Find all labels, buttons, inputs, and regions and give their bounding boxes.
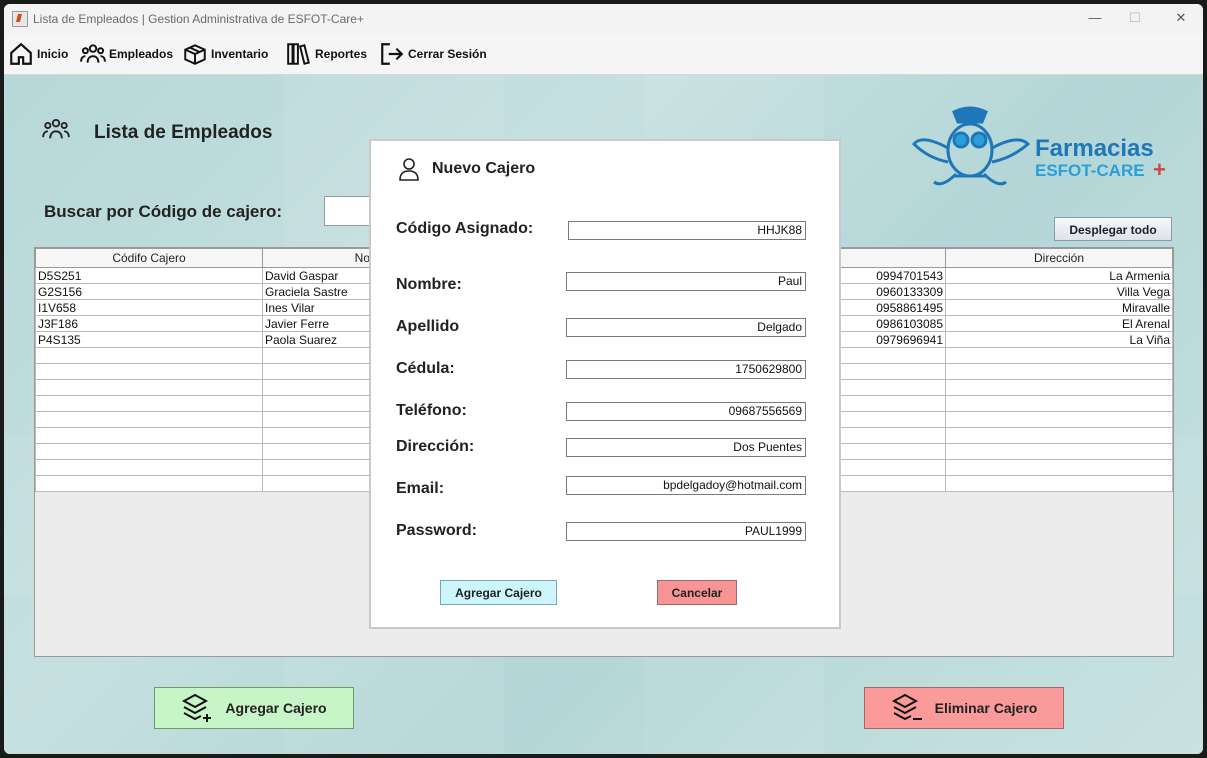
- table-cell-empty[interactable]: [945, 475, 1173, 492]
- phone-field[interactable]: [566, 402, 806, 421]
- logo-plus: +: [1153, 157, 1166, 182]
- box-icon: [184, 44, 206, 65]
- field-label-name: Nombre:: [396, 276, 462, 293]
- home-icon: [10, 42, 32, 65]
- users-icon: [42, 118, 70, 139]
- menu-inicio-label: Inicio: [37, 47, 69, 61]
- cell-address[interactable]: El Arenal: [945, 315, 1173, 332]
- menu-cerrar-sesion-label: Cerrar Sesión: [408, 47, 487, 61]
- user-icon: [399, 158, 419, 181]
- page-title: Lista de Empleados: [94, 122, 273, 143]
- lastname-field[interactable]: [566, 318, 806, 337]
- menu-reportes-label: Reportes: [315, 47, 368, 61]
- table-cell-empty[interactable]: [35, 411, 263, 428]
- window-title: Lista de Empleados | Gestion Administrat…: [33, 12, 364, 26]
- field-label-address: Dirección:: [396, 438, 475, 455]
- cell-address[interactable]: Miravalle: [945, 299, 1173, 316]
- email-field[interactable]: [566, 476, 806, 495]
- code-field[interactable]: [568, 221, 806, 240]
- new-cashier-dialog: Nuevo Cajero Código Asignado: Nombre: Ap…: [369, 139, 841, 629]
- dialog-title: Nuevo Cajero: [432, 160, 536, 177]
- cell-address[interactable]: La Viña: [945, 331, 1173, 348]
- address-field[interactable]: [566, 438, 806, 457]
- users-icon: [80, 44, 106, 63]
- cell-code[interactable]: D5S251: [35, 267, 263, 284]
- delete-cashier-label: Eliminar Cajero: [934, 700, 1038, 716]
- logout-icon: [381, 43, 404, 65]
- table-cell-empty[interactable]: [35, 427, 263, 444]
- table-cell-empty[interactable]: [945, 379, 1173, 396]
- column-header-code[interactable]: Códifo Cajero: [35, 248, 263, 268]
- cell-address[interactable]: La Armenia: [945, 267, 1173, 284]
- table-cell-empty[interactable]: [35, 395, 263, 412]
- field-label-id: Cédula:: [396, 360, 455, 377]
- table-cell-empty[interactable]: [945, 459, 1173, 476]
- cell-code[interactable]: J3F186: [35, 315, 263, 332]
- title-bar: Lista de Empleados | Gestion Administrat…: [4, 4, 1203, 34]
- close-window-button[interactable]: ✕: [1171, 10, 1191, 28]
- field-label-lastname: Apellido: [396, 318, 460, 335]
- menu-reportes[interactable]: Reportes: [286, 38, 367, 70]
- table-cell-empty[interactable]: [945, 443, 1173, 460]
- search-label: Buscar por Código de cajero:: [44, 202, 283, 221]
- table-cell-empty[interactable]: [35, 475, 263, 492]
- name-field[interactable]: [566, 272, 806, 291]
- add-cashier-label: Agregar Cajero: [225, 700, 327, 716]
- menu-bar: Inicio Empleados Inventario Reportes Cer…: [4, 34, 1203, 75]
- cell-code[interactable]: P4S135: [35, 331, 263, 348]
- cancel-button[interactable]: Cancelar: [657, 580, 737, 605]
- layers-add-icon: [182, 693, 212, 722]
- cell-address[interactable]: Villa Vega: [945, 283, 1173, 300]
- field-label-password: Password:: [396, 522, 477, 539]
- minimize-button[interactable]: —: [1085, 10, 1105, 28]
- id-number-field[interactable]: [566, 360, 806, 379]
- logo-text: Farmacias: [1035, 135, 1154, 162]
- field-label-code: Código Asignado:: [396, 220, 534, 237]
- field-label-phone: Teléfono:: [396, 402, 467, 419]
- app-window: Lista de Empleados | Gestion Administrat…: [4, 4, 1203, 754]
- column-header-address[interactable]: Dirección: [945, 248, 1173, 268]
- table-cell-empty[interactable]: [945, 395, 1173, 412]
- table-cell-empty[interactable]: [35, 347, 263, 364]
- table-cell-empty[interactable]: [35, 443, 263, 460]
- menu-inventario[interactable]: Inventario: [182, 38, 268, 70]
- menu-inicio[interactable]: Inicio: [8, 38, 68, 70]
- menu-cerrar-sesion[interactable]: Cerrar Sesión: [379, 38, 487, 70]
- menu-inventario-label: Inventario: [211, 47, 269, 61]
- add-cashier-button[interactable]: Agregar Cajero: [154, 687, 354, 729]
- field-label-email: Email:: [396, 480, 445, 497]
- password-field[interactable]: [566, 522, 806, 541]
- table-cell-empty[interactable]: [945, 363, 1173, 380]
- table-cell-empty[interactable]: [945, 427, 1173, 444]
- layers-remove-icon: [891, 693, 922, 721]
- menu-empleados[interactable]: Empleados: [80, 38, 173, 70]
- table-cell-empty[interactable]: [945, 411, 1173, 428]
- table-cell-empty[interactable]: [35, 459, 263, 476]
- books-icon: [287, 43, 310, 65]
- content-area: Lista de Empleados Buscar por Código de …: [4, 75, 1203, 754]
- cell-code[interactable]: I1V658: [35, 299, 263, 316]
- cell-code[interactable]: G2S156: [35, 283, 263, 300]
- menu-empleados-label: Empleados: [109, 47, 174, 61]
- table-cell-empty[interactable]: [945, 347, 1173, 364]
- table-cell-empty[interactable]: [35, 379, 263, 396]
- delete-cashier-button[interactable]: Eliminar Cajero: [864, 687, 1064, 729]
- expand-all-button[interactable]: Desplegar todo: [1054, 217, 1172, 241]
- java-app-icon: [12, 11, 28, 27]
- add-cashier-dialog-button[interactable]: Agregar Cajero: [440, 580, 557, 605]
- maximize-button[interactable]: ☐: [1125, 10, 1145, 28]
- table-cell-empty[interactable]: [35, 363, 263, 380]
- logo-subtext: ESFOT-CARE: [1035, 161, 1145, 180]
